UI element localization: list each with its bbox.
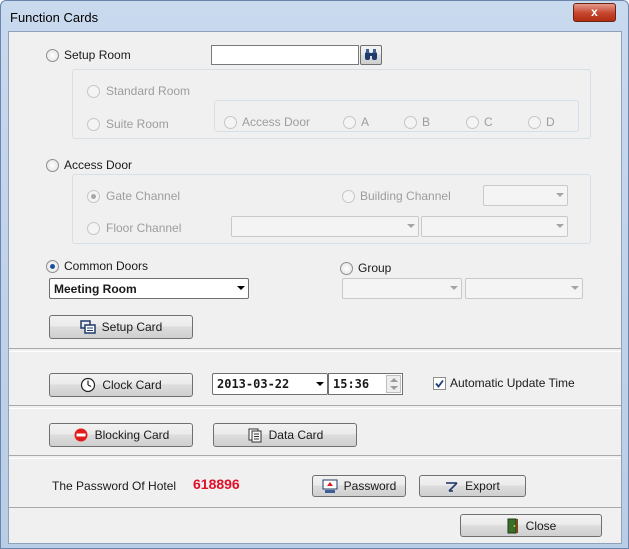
chevron-down-icon	[571, 286, 579, 290]
password-icon	[322, 479, 338, 493]
window-title: Function Cards	[10, 10, 99, 25]
setup-section: Setup Room Standard Room Suite Room Acce…	[9, 32, 621, 349]
close-button[interactable]: Close	[460, 514, 602, 537]
data-card-button[interactable]: Data Card	[213, 423, 357, 447]
setup-card-label: Setup Card	[101, 320, 163, 334]
chevron-down-icon	[316, 382, 324, 386]
time-value: 15:36	[333, 377, 370, 391]
suite-room-radio[interactable]	[87, 118, 100, 131]
building-channel-radio[interactable]	[342, 190, 355, 203]
date-picker[interactable]: 2013-03-22	[212, 373, 328, 395]
suite-access-door-radio[interactable]	[224, 116, 237, 129]
cards-section: Blocking Card Data Card	[9, 408, 621, 456]
window-close-button[interactable]: x	[573, 3, 616, 22]
building-channel-label: Building Channel	[360, 189, 451, 203]
setup-room-label: Setup Room	[64, 48, 131, 62]
hotel-password-value: 618896	[193, 476, 240, 492]
gate-channel-radio[interactable]	[87, 190, 100, 203]
floor-channel-radio[interactable]	[87, 222, 100, 235]
auto-update-checkbox[interactable]	[433, 377, 446, 390]
group-member-select[interactable]	[465, 278, 583, 299]
checkmark-icon	[435, 379, 444, 388]
auto-update-label: Automatic Update Time	[450, 376, 575, 390]
title-bar: Function Cards x	[1, 1, 628, 31]
suite-d-label: D	[546, 115, 555, 129]
binoculars-icon	[365, 49, 377, 60]
data-card-icon	[248, 428, 262, 443]
spin-down-icon	[390, 386, 398, 390]
date-value: 2013-03-22	[217, 377, 290, 391]
floor-number-select[interactable]	[421, 216, 568, 237]
export-button[interactable]: Export	[419, 475, 526, 497]
floor-channel-label: Floor Channel	[106, 221, 182, 235]
room-number-input[interactable]	[211, 45, 359, 65]
spin-up-icon	[390, 378, 398, 382]
clock-section: Clock Card 2013-03-22 15:36 Automatic Up…	[9, 351, 621, 406]
time-spinner[interactable]	[386, 375, 401, 393]
common-doors-radio[interactable]	[46, 260, 59, 273]
setup-card-button[interactable]: Setup Card	[49, 315, 193, 339]
suite-b-radio[interactable]	[404, 116, 417, 129]
common-door-select[interactable]: Meeting Room	[49, 278, 249, 299]
suite-a-radio[interactable]	[343, 116, 356, 129]
group-select[interactable]	[342, 278, 462, 299]
floor-building-select[interactable]	[231, 216, 419, 237]
suite-a-label: A	[361, 115, 370, 129]
access-door-label: Access Door	[64, 158, 133, 172]
access-door-radio[interactable]	[46, 159, 59, 172]
data-card-label: Data Card	[268, 428, 324, 442]
client-area: Setup Room Standard Room Suite Room Acce…	[8, 31, 622, 544]
standard-room-label: Standard Room	[106, 84, 191, 98]
chevron-down-icon	[556, 224, 564, 228]
gate-channel-label: Gate Channel	[106, 189, 181, 203]
suite-d-radio[interactable]	[528, 116, 541, 129]
export-button-label: Export	[465, 479, 500, 493]
close-button-label: Close	[525, 518, 557, 533]
password-button[interactable]: Password	[312, 475, 406, 497]
blocking-card-label: Blocking Card	[94, 428, 170, 442]
door-exit-icon	[507, 518, 518, 533]
suite-access-door-label: Access Door	[242, 115, 311, 129]
suite-c-label: C	[484, 115, 493, 129]
setup-card-icon	[79, 320, 96, 334]
chevron-down-icon	[237, 286, 245, 290]
setup-room-radio[interactable]	[46, 49, 59, 62]
hotel-password-section: The Password Of Hotel 618896 Password Ex…	[9, 458, 621, 508]
clock-card-label: Clock Card	[102, 378, 162, 392]
common-doors-label: Common Doors	[64, 259, 149, 273]
common-door-selected-value: Meeting Room	[54, 282, 137, 296]
room-lookup-button[interactable]	[360, 45, 382, 65]
password-button-label: Password	[343, 479, 397, 493]
group-label: Group	[358, 261, 392, 275]
suite-room-label: Suite Room	[106, 117, 169, 131]
hotel-password-label: The Password Of Hotel	[52, 479, 177, 493]
export-icon	[446, 482, 458, 492]
suite-c-radio[interactable]	[466, 116, 479, 129]
chevron-down-icon	[556, 193, 564, 197]
blocking-card-button[interactable]: Blocking Card	[49, 423, 193, 447]
building-channel-select[interactable]	[483, 185, 568, 206]
standard-room-radio[interactable]	[87, 85, 100, 98]
time-input[interactable]: 15:36	[328, 373, 403, 395]
blocking-icon	[74, 428, 88, 442]
suite-b-label: B	[422, 115, 431, 129]
clock-card-button[interactable]: Clock Card	[49, 373, 193, 397]
group-radio[interactable]	[340, 262, 353, 275]
clock-icon	[81, 377, 96, 393]
chevron-down-icon	[407, 224, 415, 228]
chevron-down-icon	[450, 286, 458, 290]
function-cards-window: Function Cards x Setup Room Standard Roo…	[0, 0, 629, 549]
